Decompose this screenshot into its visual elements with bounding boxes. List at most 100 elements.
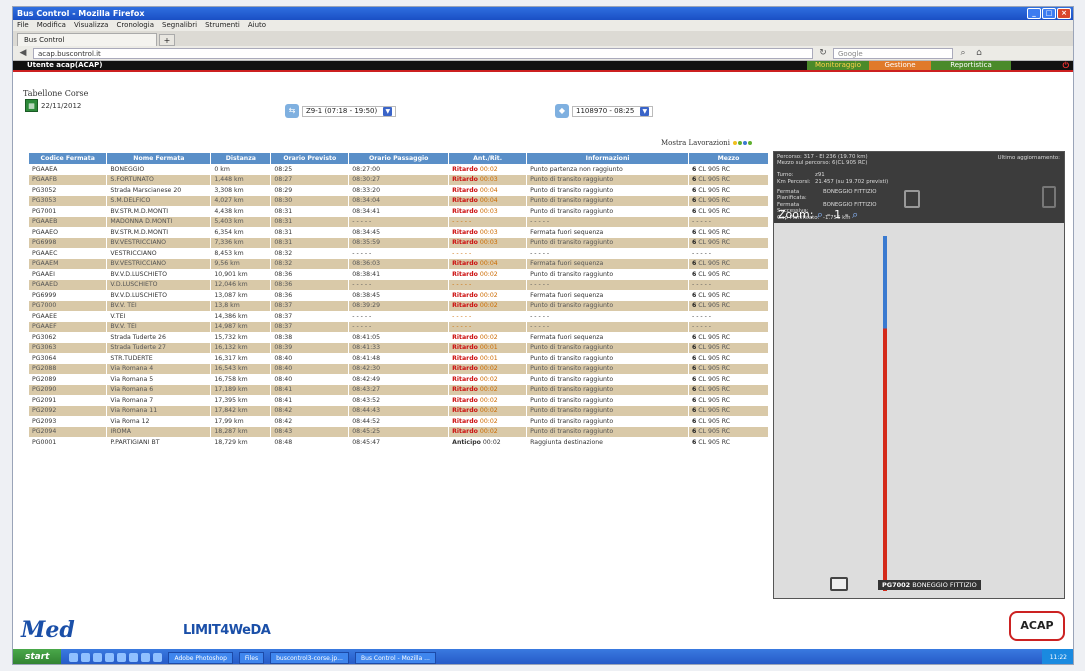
search-icon[interactable]: ⌕ xyxy=(957,48,969,58)
cell-passaggio: 08:45:47 xyxy=(348,437,450,448)
route-select[interactable]: Z9-1 (07:18 - 19:50) ▼ xyxy=(302,105,397,117)
table-row[interactable]: PGAAEC VESTRICCIANO 8,453 km 08:32- - - - -… xyxy=(29,248,769,259)
table-row[interactable]: PG2088 Via Romana 4 16,543 km 08:40 08:42:30… xyxy=(29,363,769,374)
cell-previsto: 08:29 xyxy=(270,185,350,196)
ant-rit-value: 00:03 xyxy=(479,228,498,236)
col-previsto[interactable]: Orario Previsto xyxy=(270,153,350,164)
col-informazioni[interactable]: Informazioni xyxy=(526,153,689,164)
col-passaggio[interactable]: Orario Passaggio xyxy=(348,153,450,164)
table-row[interactable]: PG6998 BV.VESTRICCIANO 7,336 km 08:31 08:35:… xyxy=(29,237,769,248)
menu-segnalibri[interactable]: Segnalibri xyxy=(162,20,197,31)
cell-codice: PG7000 xyxy=(29,300,108,311)
cell-passaggio: 08:44:43 xyxy=(348,405,450,416)
col-codice[interactable]: Codice Fermata xyxy=(29,153,108,164)
table-row[interactable]: PG6999 BV.V.D.LUSCHIETO 13,087 km 08:36 08:3… xyxy=(29,290,769,301)
nav-reportistica[interactable]: Reportistica xyxy=(931,61,1011,70)
col-nome[interactable]: Nome Fermata xyxy=(106,153,212,164)
table-row[interactable]: PG7000 BV.V. TEI 13,8 km 08:37 08:39:29 Ritar… xyxy=(29,300,769,311)
cell-mezzo: 6 CL 905 RC xyxy=(688,269,769,280)
table-row[interactable]: PG3063 Strada Tuderte 27 16,132 km 08:39 08:… xyxy=(29,342,769,353)
menu-strumenti[interactable]: Strumenti xyxy=(205,20,240,31)
col-ant-rit[interactable]: Ant./Rit. xyxy=(448,153,528,164)
vehicle-selector[interactable]: ◆ 1108970 - 08:25 ▼ xyxy=(555,104,654,118)
zoom-in-icon[interactable]: ⌕ xyxy=(817,208,823,221)
table-row[interactable]: PG2090 Via Romana 6 17,189 km 08:41 08:43:27… xyxy=(29,384,769,395)
route-selector[interactable]: ⇆ Z9-1 (07:18 - 19:50) ▼ xyxy=(285,104,397,118)
quick-launch-icons[interactable] xyxy=(69,653,163,662)
url-field[interactable]: acap.buscontrol.it xyxy=(33,47,813,59)
table-row[interactable]: PG2091 Via Romana 7 17,395 km 08:41 08:43:52… xyxy=(29,395,769,406)
date-picker[interactable]: ▦ 22/11/2012 xyxy=(25,99,81,112)
legend-toggle[interactable]: Mostra Lavorazioni xyxy=(661,139,753,147)
task-photoshop[interactable]: Adobe Photoshop xyxy=(168,651,233,664)
back-icon[interactable]: ◀ xyxy=(17,48,29,58)
table-row[interactable]: PG7001 BV.STR.M.D.MONTI 4,438 km 08:31 08:34… xyxy=(29,206,769,217)
ant-rit-value: 00:02 xyxy=(479,365,498,373)
cell-passaggio: 08:35:59 xyxy=(348,237,450,248)
menu-file[interactable]: File xyxy=(17,20,29,31)
mezzo-plate: CL 905 RC xyxy=(698,302,731,310)
nav-gestione[interactable]: Gestione xyxy=(869,61,931,70)
table-row[interactable]: PG2089 Via Romana 5 16,758 km 08:40 08:42:49… xyxy=(29,374,769,385)
km-label: Km Percorsi: xyxy=(777,179,811,185)
table-row[interactable]: PGAAEA BONEGGIO 0 km 08:25 08:27:00 Ritardo 0… xyxy=(29,164,769,175)
table-row[interactable]: PG3053 S.M.DELFICO 4,027 km 08:30 08:34:04 Ri… xyxy=(29,195,769,206)
cell-previsto: 08:36 xyxy=(270,290,350,301)
table-row[interactable]: PGAAEE V.TEI 14,386 km 08:37- - - - - - - -… xyxy=(29,311,769,322)
cell-passaggio: 08:41:48 xyxy=(348,353,450,364)
table-row[interactable]: PGAAEM BV.VESTRICCIANO 9,56 km 08:32 08:36:0… xyxy=(29,258,769,269)
minimize-icon[interactable]: _ xyxy=(1027,8,1041,19)
chevron-down-icon[interactable]: ▼ xyxy=(640,106,650,116)
ant-rit-label: Ritardo xyxy=(452,197,478,205)
cell-mezzo: 6 CL 905 RC xyxy=(688,374,769,385)
table-row[interactable]: PGAAEI BV.V.D.LUSCHIETO 10,901 km 08:36 08:3… xyxy=(29,269,769,280)
menu-visualizza[interactable]: Visualizza xyxy=(74,20,108,31)
table-row[interactable]: PGAAFB S.FORTUNATO 1,448 km 08:27 08:30:27 Ri… xyxy=(29,174,769,185)
menu-modifica[interactable]: Modifica xyxy=(37,20,66,31)
browser-window: Bus Control - Mozilla Firefox _ □ × File… xyxy=(12,6,1074,665)
new-tab-button[interactable]: + xyxy=(159,34,175,46)
start-button[interactable]: start xyxy=(13,649,62,664)
mezzo-plate: CL 905 RC xyxy=(698,375,731,383)
vehicle-select[interactable]: 1108970 - 08:25 ▼ xyxy=(572,105,654,117)
task-image[interactable]: buscontrol3-corse.jp... xyxy=(270,651,349,664)
chevron-down-icon[interactable]: ▼ xyxy=(383,106,393,116)
home-icon[interactable]: ⌂ xyxy=(973,48,985,58)
table-row[interactable]: PG3062 Strada Tuderte 26 15,732 km 08:38 08:… xyxy=(29,332,769,343)
task-files[interactable]: Files xyxy=(238,651,265,664)
table-row[interactable]: PG3052 Strada Marscianese 20 3,308 km 08:29… xyxy=(29,185,769,196)
cell-nome: Via Romana 5 xyxy=(106,374,212,385)
col-mezzo[interactable]: Mezzo xyxy=(688,153,769,164)
cell-distanza: 18,287 km xyxy=(210,426,272,437)
table-row[interactable]: PGAAED V.D.LUSCHIETO 12,046 km 08:36- - - -… xyxy=(29,279,769,290)
cell-passaggio: - - - - - xyxy=(348,321,450,332)
close-icon[interactable]: × xyxy=(1057,8,1071,19)
maximize-icon[interactable]: □ xyxy=(1042,8,1056,19)
table-row[interactable]: PG0001 P.PARTIGIANI BT 18,729 km 08:48 08:45… xyxy=(29,437,769,448)
task-firefox[interactable]: Bus Control - Mozilla ... xyxy=(354,651,436,664)
cell-previsto: 08:37 xyxy=(270,311,350,322)
cell-mezzo: - - - - - xyxy=(688,311,769,322)
nav-monitoraggio[interactable]: Monitoraggio xyxy=(807,61,869,70)
logout-icon[interactable]: ⏻ xyxy=(1063,61,1069,70)
tab-bus-control[interactable]: Bus Control xyxy=(17,33,157,46)
col-distanza[interactable]: Distanza xyxy=(210,153,272,164)
table-row[interactable]: PGAAEF BV.V. TEI 14,987 km 08:37- - - - - -… xyxy=(29,321,769,332)
search-input[interactable]: Google xyxy=(833,47,953,59)
mezzo-plate: CL 905 RC xyxy=(698,407,731,415)
table-row[interactable]: PG2094 IROMA 18,287 km 08:43 08:45:25 Ritardo… xyxy=(29,426,769,437)
table-row[interactable]: PG3064 STR.TUDERTE 16,317 km 08:40 08:41:48 R… xyxy=(29,353,769,364)
cell-previsto: 08:43 xyxy=(270,426,350,437)
table-row[interactable]: PG2092 Via Romana 11 17,842 km 08:42 08:44:4… xyxy=(29,405,769,416)
menu-aiuto[interactable]: Aiuto xyxy=(248,20,266,31)
table-row[interactable]: PGAAEO BV.STR.M.D.MONTI 6,354 km 08:31 08:34… xyxy=(29,227,769,238)
zoom-out-icon[interactable]: ⌕ xyxy=(852,208,858,221)
menu-cronologia[interactable]: Cronologia xyxy=(116,20,154,31)
bus-position-icon[interactable] xyxy=(830,577,848,591)
calendar-icon[interactable]: ▦ xyxy=(25,99,38,112)
cell-previsto: 08:48 xyxy=(270,437,350,448)
table-row[interactable]: PGAAEB MADONNA D.MONTI 5,403 km 08:31- - - … xyxy=(29,216,769,227)
table-row[interactable]: PG2093 Via Roma 12 17,99 km 08:42 08:44:52 Ri… xyxy=(29,416,769,427)
cell-mezzo: 6 CL 905 RC xyxy=(688,342,769,353)
reload-icon[interactable]: ↻ xyxy=(817,48,829,58)
